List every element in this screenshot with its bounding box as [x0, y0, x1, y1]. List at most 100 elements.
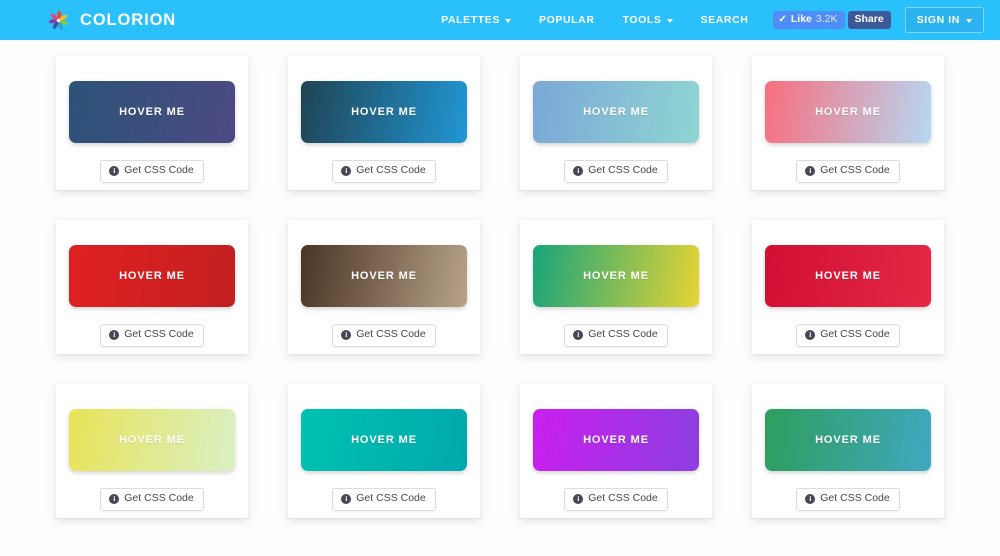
grid-cell: HOVER ME i Get CSS Code — [732, 220, 964, 384]
get-css-code-label: Get CSS Code — [820, 164, 890, 176]
nav-item-popular-label: POPULAR — [539, 14, 595, 26]
swatch-label: HOVER ME — [351, 434, 417, 446]
get-css-code-label: Get CSS Code — [588, 328, 658, 340]
gradient-swatch-1[interactable]: HOVER ME — [69, 81, 235, 143]
pinwheel-flower-logo-icon — [46, 8, 71, 33]
gradient-card: HOVER ME i Get CSS Code — [56, 56, 248, 190]
gradient-swatch-5[interactable]: HOVER ME — [69, 245, 235, 307]
get-css-code-label: Get CSS Code — [820, 492, 890, 504]
get-css-code-label: Get CSS Code — [124, 492, 194, 504]
info-icon: i — [573, 329, 584, 340]
chevron-down-icon — [505, 19, 512, 23]
nav-item-tools-label: TOOLS — [622, 14, 662, 26]
gradient-swatch-6[interactable]: HOVER ME — [301, 245, 467, 307]
info-icon: i — [341, 493, 352, 504]
swatch-label: HOVER ME — [583, 270, 649, 282]
gradient-swatch-7[interactable]: HOVER ME — [533, 245, 699, 307]
gradient-swatch-10[interactable]: HOVER ME — [301, 409, 467, 471]
get-css-code-label: Get CSS Code — [588, 164, 658, 176]
nav-item-popular[interactable]: POPULAR — [525, 14, 609, 26]
get-css-code-button[interactable]: i Get CSS Code — [332, 324, 436, 347]
swatch-label: HOVER ME — [583, 434, 649, 446]
gradient-card: HOVER ME i Get CSS Code — [752, 56, 944, 190]
nav-item-palettes-label: PALETTES — [441, 14, 501, 26]
swatch-label: HOVER ME — [351, 106, 417, 118]
swatch-label: HOVER ME — [119, 434, 185, 446]
swatch-label: HOVER ME — [119, 270, 185, 282]
get-css-code-button[interactable]: i Get CSS Code — [564, 324, 668, 347]
facebook-like-count: 3.2K — [815, 13, 838, 26]
swatch-label: HOVER ME — [815, 106, 881, 118]
check-icon: ✓ — [778, 13, 787, 25]
facebook-share-button[interactable]: Share — [847, 11, 891, 29]
gradient-swatch-2[interactable]: HOVER ME — [301, 81, 467, 143]
gradient-card: HOVER ME i Get CSS Code — [520, 56, 712, 190]
brand-name: COLORION — [80, 10, 177, 29]
gradient-card: HOVER ME i Get CSS Code — [56, 220, 248, 354]
get-css-code-button[interactable]: i Get CSS Code — [564, 160, 668, 183]
get-css-code-button[interactable]: i Get CSS Code — [332, 160, 436, 183]
gradient-card: HOVER ME i Get CSS Code — [752, 384, 944, 518]
info-icon: i — [805, 165, 816, 176]
brand-logo-link[interactable]: COLORION — [46, 8, 176, 33]
info-icon: i — [341, 165, 352, 176]
facebook-social-widget: ✓ Like 3.2K Share — [772, 11, 891, 29]
gradient-swatch-12[interactable]: HOVER ME — [765, 409, 931, 471]
swatch-label: HOVER ME — [119, 106, 185, 118]
get-css-code-button[interactable]: i Get CSS Code — [796, 160, 900, 183]
swatch-label: HOVER ME — [351, 270, 417, 282]
gradient-card-grid: HOVER ME i Get CSS Code HOVER ME i Get CSS Co… — [0, 40, 1000, 548]
nav-item-search[interactable]: SEARCH — [687, 14, 763, 26]
grid-cell: HOVER ME i Get CSS Code — [268, 56, 500, 220]
info-icon: i — [573, 493, 584, 504]
swatch-label: HOVER ME — [815, 434, 881, 446]
grid-cell: HOVER ME i Get CSS Code — [36, 220, 268, 384]
site-header: COLORION PALETTES POPULAR TOOLS SEARCH ✓… — [0, 0, 1000, 40]
grid-cell: HOVER ME i Get CSS Code — [500, 220, 732, 384]
grid-cell: HOVER ME i Get CSS Code — [268, 220, 500, 384]
get-css-code-label: Get CSS Code — [356, 492, 426, 504]
get-css-code-button[interactable]: i Get CSS Code — [100, 324, 204, 347]
gradient-swatch-4[interactable]: HOVER ME — [765, 81, 931, 143]
facebook-like-label: Like — [790, 13, 812, 26]
gradient-card: HOVER ME i Get CSS Code — [56, 384, 248, 518]
gradient-swatch-3[interactable]: HOVER ME — [533, 81, 699, 143]
facebook-like-button[interactable]: ✓ Like 3.2K — [772, 11, 845, 29]
get-css-code-button[interactable]: i Get CSS Code — [796, 324, 900, 347]
gradient-card: HOVER ME i Get CSS Code — [752, 220, 944, 354]
main-navigation: PALETTES POPULAR TOOLS SEARCH ✓ Like 3.2… — [427, 7, 984, 33]
gradient-swatch-8[interactable]: HOVER ME — [765, 245, 931, 307]
info-icon: i — [109, 493, 120, 504]
info-icon: i — [341, 329, 352, 340]
chevron-down-icon — [666, 19, 673, 23]
gradient-card: HOVER ME i Get CSS Code — [288, 384, 480, 518]
gradient-swatch-9[interactable]: HOVER ME — [69, 409, 235, 471]
get-css-code-label: Get CSS Code — [356, 164, 426, 176]
grid-cell: HOVER ME i Get CSS Code — [36, 56, 268, 220]
grid-cell: HOVER ME i Get CSS Code — [36, 384, 268, 548]
chevron-down-icon — [966, 19, 972, 23]
grid-cell: HOVER ME i Get CSS Code — [500, 384, 732, 548]
grid-cell: HOVER ME i Get CSS Code — [732, 384, 964, 548]
get-css-code-label: Get CSS Code — [820, 328, 890, 340]
get-css-code-button[interactable]: i Get CSS Code — [332, 488, 436, 511]
gradient-card: HOVER ME i Get CSS Code — [520, 220, 712, 354]
nav-item-palettes[interactable]: PALETTES — [427, 14, 525, 26]
grid-cell: HOVER ME i Get CSS Code — [500, 56, 732, 220]
sign-in-button[interactable]: SIGN IN — [904, 7, 984, 33]
gradient-swatch-11[interactable]: HOVER ME — [533, 409, 699, 471]
info-icon: i — [805, 329, 816, 340]
facebook-share-label: Share — [854, 13, 884, 26]
get-css-code-label: Get CSS Code — [124, 328, 194, 340]
info-icon: i — [573, 165, 584, 176]
gradient-card: HOVER ME i Get CSS Code — [520, 384, 712, 518]
get-css-code-button[interactable]: i Get CSS Code — [564, 488, 668, 511]
get-css-code-button[interactable]: i Get CSS Code — [796, 488, 900, 511]
nav-item-tools[interactable]: TOOLS — [609, 14, 687, 26]
nav-item-search-label: SEARCH — [700, 14, 749, 26]
get-css-code-label: Get CSS Code — [588, 492, 658, 504]
swatch-label: HOVER ME — [815, 270, 881, 282]
get-css-code-button[interactable]: i Get CSS Code — [100, 488, 204, 511]
get-css-code-button[interactable]: i Get CSS Code — [100, 160, 204, 183]
info-icon: i — [109, 165, 120, 176]
